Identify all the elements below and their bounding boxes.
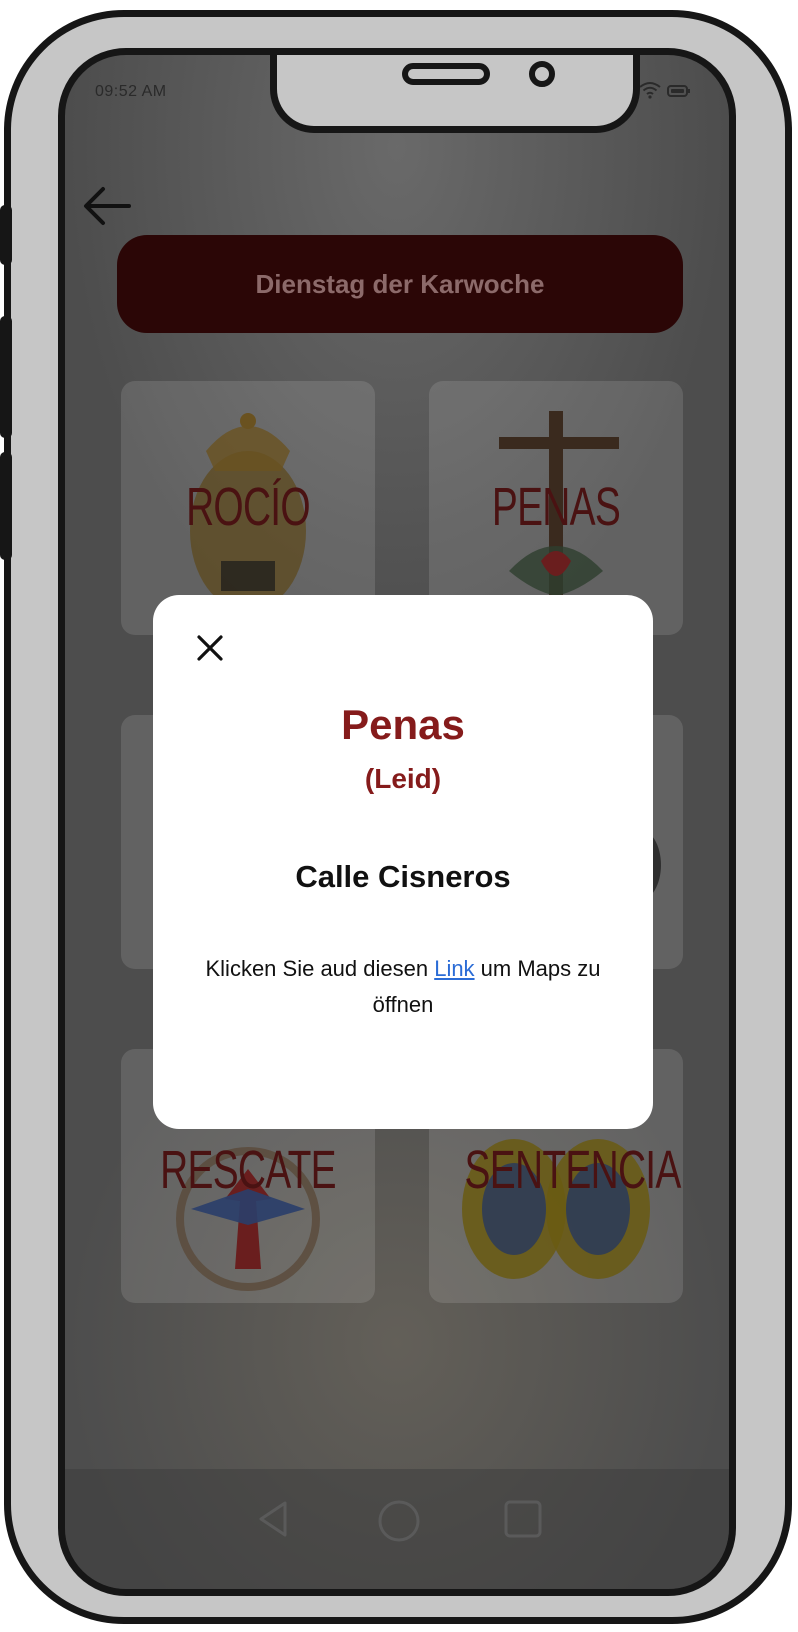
modal-title: Penas bbox=[341, 701, 465, 748]
phone-screen: 09:52 AM Dienstag der Karwoche ROCÍO PEN… bbox=[58, 48, 736, 1596]
info-modal: Penas (Leid) Calle Cisneros Klicken Sie … bbox=[153, 595, 653, 1129]
navigation-bar bbox=[65, 1469, 729, 1589]
nav-home-circle-icon[interactable] bbox=[377, 1499, 421, 1543]
modal-subtitle: (Leid) bbox=[364, 763, 442, 794]
speaker bbox=[402, 63, 490, 85]
nav-recents-square-icon[interactable] bbox=[503, 1499, 543, 1539]
modal-overlay: Penas (Leid) Calle Cisneros Klicken Sie … bbox=[65, 55, 729, 1589]
modal-street: Calle Cisneros bbox=[295, 859, 511, 894]
maps-link[interactable]: Link bbox=[434, 956, 474, 981]
nav-back-triangle-icon[interactable] bbox=[255, 1499, 291, 1539]
phone-notch bbox=[270, 55, 640, 133]
phone-side-button-bottom bbox=[0, 452, 12, 560]
modal-text-before: Klicken Sie aud diesen bbox=[205, 956, 435, 981]
front-camera bbox=[529, 61, 555, 87]
phone-side-button-top bbox=[0, 205, 12, 265]
close-x-icon[interactable] bbox=[195, 633, 225, 663]
modal-text: Klicken Sie aud diesen Link um Maps zu ö… bbox=[173, 951, 633, 1023]
phone-side-button-middle bbox=[0, 316, 12, 438]
